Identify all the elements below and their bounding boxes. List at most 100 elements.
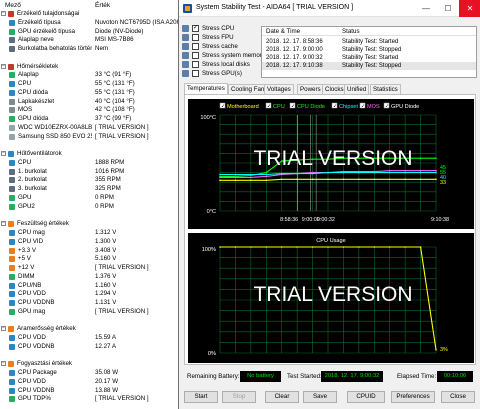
collapse-toggle-icon[interactable]: − [1, 361, 6, 367]
sensor-row[interactable]: +12 V [ TRIAL VERSION ] [0, 264, 190, 272]
tab-clocks[interactable]: Clocks [322, 84, 347, 94]
sensor-row[interactable]: Alaplap 33 °C (91 °F) [0, 71, 190, 79]
minimize-button[interactable]: — [415, 0, 437, 17]
data-point-mos [404, 169, 406, 172]
sensor-row[interactable]: DIMM 1.376 V [0, 273, 190, 281]
sensor-row[interactable]: MOS 42 °C (108 °F) [0, 106, 190, 114]
event-log[interactable]: Date & Time Status 2018. 12. 17. 8:58:36… [261, 26, 477, 78]
sensor-group-row[interactable]: − Hőmérsékletek [0, 63, 190, 71]
stress-option-gpu-s[interactable]: Stress GPU(s) [182, 69, 266, 78]
cpuid-button[interactable]: CPUID [347, 391, 385, 403]
save-button[interactable]: Save [303, 391, 337, 403]
log-row[interactable]: 2018. 12. 17. 8:58:36 Stability Test: Sta… [262, 38, 476, 46]
sensor-label: DIMM [18, 272, 35, 280]
sensor-row[interactable]: CPU/NB 1.160 V [0, 282, 190, 290]
sensor-row[interactable]: Alaplap neve MSI MS-7B86 [0, 36, 190, 44]
tab-voltages[interactable]: Voltages [264, 84, 294, 94]
data-point-motherboard [234, 179, 237, 182]
column-header-value[interactable]: Érték [95, 2, 110, 9]
sensor-spacer-row [0, 317, 190, 325]
sensor-row[interactable]: CPU VDD 1.294 V [0, 290, 190, 298]
collapse-toggle-icon[interactable]: − [1, 151, 6, 157]
sensor-row[interactable]: 3. burkolat 325 RPM [0, 185, 190, 193]
sensor-value: MSI MS-7B86 [95, 36, 134, 44]
sensor-row[interactable]: CPU VID 1.300 V [0, 238, 190, 246]
stress-option-system-memory[interactable]: Stress system memory [182, 51, 266, 60]
checkmark-icon: ✓ [361, 104, 365, 110]
tab-temperatures[interactable]: Temperatures [184, 83, 228, 94]
sensor-row[interactable]: CPU VDD 20.17 W [0, 378, 190, 386]
sensor-row[interactable]: 2. burkolat 355 RPM [0, 176, 190, 184]
column-header-field[interactable]: Mező [5, 2, 21, 9]
log-header-date[interactable]: Date & Time [266, 27, 300, 36]
sensor-group-row[interactable]: − Feszültség értékek [0, 220, 190, 228]
sensor-label: Fogyasztási értékek [17, 360, 73, 368]
collapse-toggle-icon[interactable]: − [1, 221, 6, 227]
stress-checkbox[interactable] [192, 70, 199, 77]
close-button[interactable]: Close [441, 391, 475, 403]
sensor-row[interactable]: WDC WD10EZRX-00A8LB0[ TRIAL VERSION ] [0, 124, 190, 132]
sensor-row[interactable]: 1. burkolat 1016 RPM [0, 168, 190, 176]
stress-option-label: Stress local disks [202, 61, 250, 68]
sensor-row[interactable]: CPU VDDNB 12.27 A [0, 343, 190, 351]
sensor-row[interactable]: Burkolatba behatolás történt Nem [0, 45, 190, 53]
sensor-value: 1.312 V [95, 229, 117, 236]
stress-option-fpu[interactable]: Stress FPU [182, 33, 266, 42]
sensor-row[interactable]: Lapkakészlet 40 °C (104 °F) [0, 98, 190, 106]
log-header-status[interactable]: Status [342, 27, 360, 36]
log-row[interactable]: 2018. 12. 17. 9:00:00 Stability Test: Sto… [262, 46, 476, 54]
log-row[interactable]: 2018. 12. 17. 9:00:32 Stability Test: Sta… [262, 54, 476, 62]
tab-unified[interactable]: Unified [344, 84, 370, 94]
stress-checkbox[interactable] [192, 43, 199, 50]
sensor-row[interactable]: GPU dióda 37 °C (99 °F) [0, 115, 190, 123]
sensor-row[interactable]: Samsung SSD 850 EVO 250GB[ TRIAL VERSION… [0, 133, 190, 141]
title-bar[interactable]: System Stability Test - AIDA64 [ TRIAL V… [179, 0, 480, 17]
sensor-row[interactable]: GPU 0 RPM [0, 194, 190, 202]
collapse-toggle-icon[interactable]: − [1, 63, 6, 69]
sensor-group-row[interactable]: − Áramerősség értékek [0, 325, 190, 333]
collapse-toggle-icon[interactable]: − [1, 326, 6, 332]
collapse-toggle-icon[interactable]: − [1, 11, 6, 16]
sensor-group-row[interactable]: − Hűtőventilátorok [0, 150, 190, 158]
sensor-row[interactable]: Érzékelő típusa Nuvoton NCT6795D (ISA A20… [0, 19, 190, 27]
sensor-row[interactable]: CPU VDD 15.59 A [0, 334, 190, 342]
sensor-row[interactable]: CPU mag 1.312 V [0, 229, 190, 237]
tab-powers[interactable]: Powers [297, 84, 324, 94]
data-point-motherboard [250, 179, 252, 182]
sensor-row[interactable]: GPU érzékelő típusa Diode (NV-Diode) [0, 28, 190, 36]
sensor-row[interactable]: CPU VDDNB 1.131 V [0, 299, 190, 307]
stress-option-cache[interactable]: Stress cache [182, 42, 266, 51]
stress-checkbox[interactable] [192, 61, 199, 68]
stress-option-local-disks[interactable]: Stress local disks [182, 60, 266, 69]
sensor-row[interactable]: +5 V 5.160 V [0, 255, 190, 263]
sensor-row[interactable]: GPU mag [ TRIAL VERSION ] [0, 308, 190, 316]
sensor-value: 325 RPM [95, 185, 121, 193]
sensor-row[interactable]: +3.3 V 3.408 V [0, 247, 190, 255]
stress-checkbox[interactable] [192, 52, 199, 59]
stress-checkbox[interactable]: ✓ [192, 25, 199, 32]
start-button[interactable]: Start [184, 391, 218, 403]
sensor-group-row[interactable]: − Fogyasztási értékek [0, 360, 190, 368]
stress-checkbox[interactable] [192, 34, 199, 41]
sensor-label: GPU TDP% [18, 395, 51, 403]
clear-button[interactable]: Clear [265, 391, 299, 403]
maximize-button[interactable]: ☐ [437, 0, 459, 17]
preferences-button[interactable]: Preferences [391, 391, 435, 403]
sensor-group-row[interactable]: − Érzékelő tulajdonságai [0, 10, 190, 18]
data-point-cpu-usage [265, 246, 268, 248]
sensor-row[interactable]: GPU2 0 RPM [0, 203, 190, 211]
sensor-row[interactable]: CPU 55 °C (131 °F) [0, 80, 190, 88]
sensor-icon [9, 107, 15, 114]
log-row[interactable]: 2018. 12. 17. 9:10:38 Stability Test: Sto… [262, 62, 476, 70]
data-point-cpu-usage [358, 246, 360, 248]
sensor-row[interactable]: CPU Package 35.08 W [0, 369, 190, 377]
sensor-row[interactable]: CPU 1888 RPM [0, 159, 190, 167]
stress-option-cpu[interactable]: ✓ Stress CPU [182, 24, 266, 33]
data-point-chipset [219, 173, 221, 176]
sensor-row[interactable]: CPU VDDNB 13.88 W [0, 387, 190, 395]
stop-button[interactable]: Stop [222, 391, 256, 403]
tab-statistics[interactable]: Statistics [370, 84, 401, 94]
sensor-row[interactable]: CPU dióda 55 °C (131 °F) [0, 89, 190, 97]
sensor-row[interactable]: GPU TDP% [ TRIAL VERSION ] [0, 395, 190, 403]
close-window-button[interactable]: ✕ [459, 0, 480, 17]
